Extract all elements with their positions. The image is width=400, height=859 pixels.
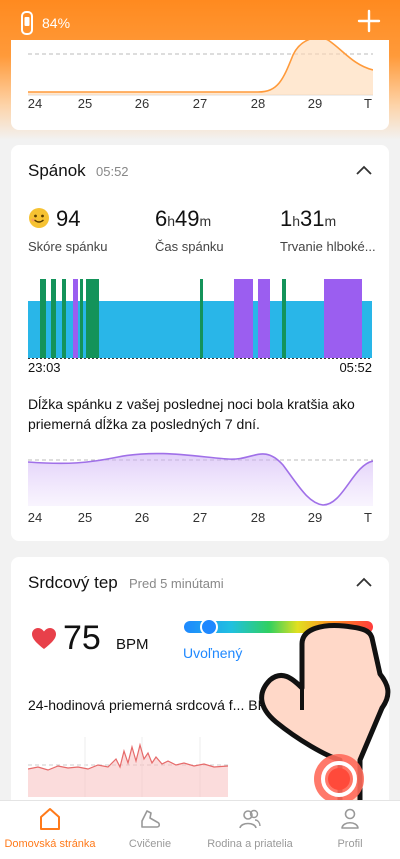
sleep-time: 05:52 [96, 164, 129, 179]
tap-ring-icon [314, 754, 364, 804]
heart-rate-unit: BPM [116, 636, 149, 653]
person-icon [341, 808, 359, 829]
x-tick: T [364, 510, 372, 525]
nav-family[interactable]: Rodina a priatelia [200, 801, 300, 859]
heart-rate-chart [28, 737, 228, 797]
x-tick: 28 [250, 96, 266, 111]
nav-profile-label: Profil [337, 838, 363, 850]
heart-time: Pred 5 minútami [129, 576, 224, 591]
people-icon [239, 809, 261, 829]
trend-chart [28, 40, 373, 96]
chevron-up-icon[interactable] [355, 164, 373, 176]
x-tick: T [364, 96, 372, 111]
shoe-icon [141, 810, 161, 828]
heart-zone-label: Uvoľnený [183, 645, 243, 661]
battery-level: 84% [42, 15, 71, 31]
x-tick: 26 [134, 96, 150, 111]
sleep-duration-label: Čas spánku [155, 239, 224, 254]
nav-family-label: Rodina a priatelia [207, 838, 293, 850]
sleep-duration-value: 6h49m [155, 206, 212, 231]
sleep-title: Spánok [28, 161, 86, 180]
x-tick: 27 [192, 510, 208, 525]
nav-home-label: Domovská stránka [4, 838, 96, 850]
x-tick: 27 [192, 96, 208, 111]
x-tick: 24 [27, 96, 43, 111]
heart-rate-value: 75 [63, 619, 101, 657]
x-tick: 26 [134, 510, 150, 525]
x-tick: 29 [307, 96, 323, 111]
x-tick: 28 [250, 510, 266, 525]
sleep-card[interactable]: Spánok 05:52 94 Skóre spánku 6h49m Čas s… [11, 145, 389, 541]
nav-profile[interactable]: Profil [300, 801, 400, 859]
nav-home[interactable]: Domovská stránka [0, 801, 100, 859]
sleep-score-value: 94 [56, 206, 81, 231]
band-device-icon [21, 11, 33, 35]
deep-sleep-value: 1h31m [280, 206, 337, 231]
heart-zone-knob [200, 618, 218, 636]
sleep-end-time: 05:52 [339, 360, 372, 375]
sleep-trend-chart [28, 452, 373, 506]
chevron-up-icon[interactable] [355, 576, 373, 588]
nav-exercise[interactable]: Cvičenie [100, 801, 200, 859]
sleep-start-time: 23:03 [28, 360, 61, 375]
deep-sleep-label: Trvanie hlboké... [280, 239, 376, 254]
smiley-icon [29, 208, 49, 228]
x-tick: 25 [77, 96, 93, 111]
add-button[interactable] [356, 8, 382, 34]
home-icon [40, 808, 60, 830]
bottom-nav: Domovská stránka Cvičenie Rodina a priat… [0, 800, 400, 859]
heart-icon [32, 628, 56, 649]
sleep-comparison-note: Dĺžka spánku z vašej poslednej noci bola… [28, 396, 355, 432]
x-tick: 29 [307, 510, 323, 525]
x-tick: 24 [27, 510, 43, 525]
x-tick: 25 [77, 510, 93, 525]
heart-title: Srdcový tep [28, 573, 118, 592]
sleep-stages-chart [28, 279, 372, 359]
nav-exercise-label: Cvičenie [128, 838, 172, 850]
sleep-score-label: Skóre spánku [28, 239, 108, 254]
trend-card[interactable]: 24 25 26 27 28 29 T [11, 40, 389, 130]
